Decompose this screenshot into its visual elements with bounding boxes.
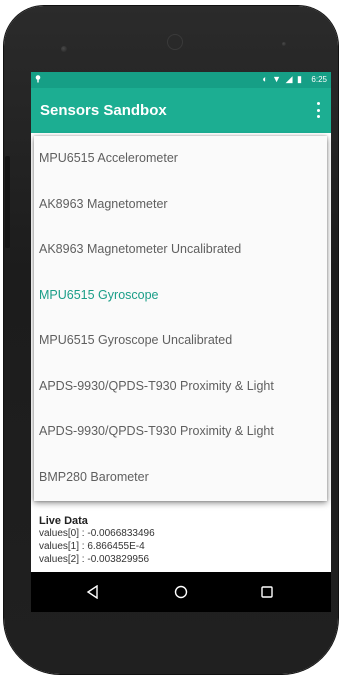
signal-icon: ◢ — [285, 74, 294, 84]
screen: ◐ ▼ ◢ ▮ 6:25 Sensors Sandbox Live Data v… — [31, 72, 331, 612]
status-bar: ◐ ▼ ◢ ▮ 6:25 — [31, 72, 331, 88]
sync-icon: ◐ — [262, 74, 269, 84]
sensor-menu-item[interactable]: AK8963 Magnetometer Uncalibrated — [34, 227, 327, 273]
sensor-menu-item[interactable]: APDS-9930/QPDS-T930 Proximity & Light — [34, 409, 327, 455]
status-time: 6:25 — [311, 75, 327, 84]
notification-icon — [35, 75, 41, 83]
live-data-value: values[0] : -0.0066833496 — [39, 528, 155, 539]
sensor-menu-item[interactable]: AK8963 Magnetometer — [34, 182, 327, 228]
sensor-menu-item[interactable]: BMP280 Barometer — [34, 455, 327, 501]
sensor-dot-icon — [282, 42, 286, 46]
earpiece-speaker — [167, 34, 183, 50]
app-bar: Sensors Sandbox — [31, 88, 331, 133]
sensor-menu-item[interactable]: MPU6515 Gyroscope Uncalibrated — [34, 318, 327, 364]
back-icon[interactable] — [81, 580, 105, 604]
home-icon[interactable] — [169, 580, 193, 604]
app-title: Sensors Sandbox — [40, 102, 167, 119]
wifi-icon: ▼ — [272, 74, 283, 84]
status-icons: ◐ ▼ ◢ ▮ — [262, 74, 303, 85]
phone-frame: ◐ ▼ ◢ ▮ 6:25 Sensors Sandbox Live Data v… — [4, 6, 338, 674]
front-camera-icon — [61, 46, 67, 52]
volume-button — [5, 156, 10, 248]
live-data-value: values[1] : 6.866455E-4 — [39, 541, 145, 552]
live-data-value: values[2] : -0.003829956 — [39, 554, 150, 565]
overflow-menu-icon[interactable] — [311, 99, 325, 121]
navigation-bar — [31, 572, 331, 612]
sensor-menu-item-selected[interactable]: MPU6515 Gyroscope — [34, 273, 327, 319]
battery-icon: ▮ — [297, 74, 303, 84]
recents-icon[interactable] — [255, 580, 279, 604]
sensor-dropdown-menu: MPU6515 Accelerometer AK8963 Magnetomete… — [34, 136, 327, 501]
live-data-title: Live Data — [39, 515, 88, 527]
sensor-menu-item[interactable]: MPU6515 Accelerometer — [34, 136, 327, 182]
sensor-menu-item[interactable]: APDS-9930/QPDS-T930 Proximity & Light — [34, 364, 327, 410]
